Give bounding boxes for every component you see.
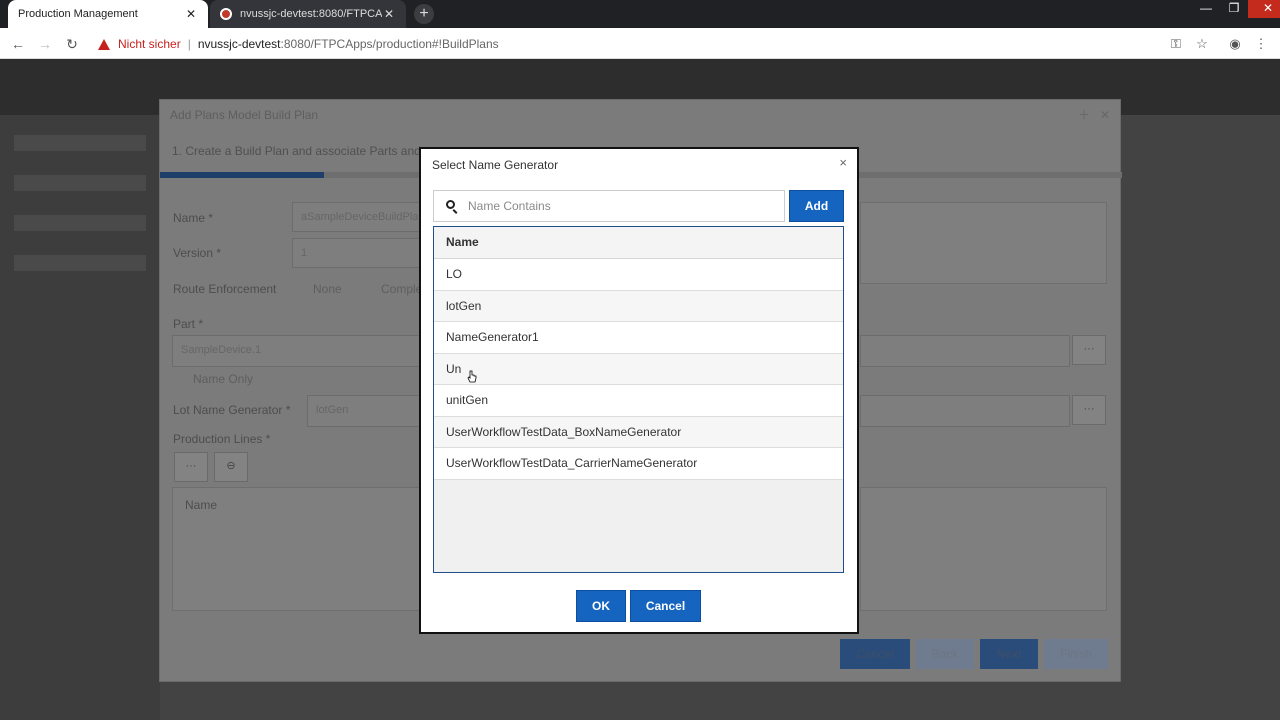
favicon-icon [220,8,232,20]
part-browse-button[interactable]: ··· [1072,335,1106,365]
part-input[interactable]: SampleDevice.1 [172,335,420,367]
wizard-progress-fill [160,172,324,178]
search-input[interactable] [468,192,784,220]
name-only-checkbox[interactable]: Name Only [193,372,253,386]
search-icon [434,191,468,221]
forward-icon[interactable]: → [36,35,54,53]
wizard-window-tools: ＋ ✕ [1077,108,1110,122]
star-icon[interactable]: ☆ [1193,35,1211,53]
table-row[interactable]: Un [434,353,843,385]
wizard-right-panel [860,202,1107,284]
window-controls: — ❐ ✕ [1192,0,1280,18]
url-path: :8080/FTPCApps/production#!BuildPlans [280,37,499,51]
account-icon[interactable]: ◉ [1226,35,1244,53]
window-close-icon[interactable]: ✕ [1248,0,1280,18]
lot-name-generator-label: Lot Name Generator * [173,403,291,417]
key-icon[interactable]: ⚿ [1167,35,1185,53]
tab-close-icon[interactable]: ✕ [184,7,198,21]
version-input[interactable]: 1 [292,238,420,268]
wizard-title: Add Plans Model Build Plan [170,108,319,122]
cancel-button[interactable]: Cancel [630,590,701,622]
version-label: Version * [173,246,222,260]
wizard-back-button[interactable]: Back [916,639,974,669]
wizard-finish-button[interactable]: Finish [1044,639,1108,669]
lot-input-ext [860,395,1070,427]
lot-browse-button[interactable]: ··· [1072,395,1106,425]
wizard-next-button[interactable]: Next [980,639,1038,669]
table-row[interactable]: LO [434,259,843,291]
warning-icon [98,38,110,50]
add-button[interactable]: Add [789,190,844,222]
ok-button[interactable]: OK [576,590,626,622]
back-icon[interactable]: ← [9,35,27,53]
insecure-label[interactable]: Nicht sicher [118,37,181,51]
browser-tab-bar: Production Management ✕ nvussjc-devtest:… [0,0,1280,28]
select-name-generator-dialog: Select Name Generator × Add Name LO lotG… [419,147,859,634]
tab-production-management[interactable]: Production Management ✕ [8,0,208,28]
new-tab-button[interactable]: + [414,4,434,24]
url-field[interactable]: Nicht sicher | nvussjc-devtest :8080/FTP… [98,35,499,53]
tab-ftpcapps[interactable]: nvussjc-devtest:8080/FTPCApps ✕ [210,0,406,28]
route-complete-radio[interactable]: Comple [381,282,422,296]
lines-name-column: Name [185,498,218,512]
wizard-step-title: 1. Create a Build Plan and associate Par… [172,144,421,158]
hand-cursor-icon [467,370,477,383]
table-row[interactable]: NameGenerator1 [434,322,843,354]
url-separator: | [187,37,191,51]
wizard-cancel-button[interactable]: Cancel [840,639,910,669]
name-generator-grid: Name LO lotGen NameGenerator1 Un unitGen… [433,226,844,573]
route-none-radio[interactable]: None [313,282,342,296]
part-label: Part * [173,317,204,331]
app-sidebar [0,115,160,720]
lines-remove-button[interactable]: ⊖ [214,452,248,482]
table-row[interactable]: UserWorkflowTestData_BoxNameGenerator [434,416,843,448]
production-lines-grid: Name [172,487,420,611]
tab-title: Production Management [18,8,138,20]
name-column-header[interactable]: Name [434,227,843,259]
name-input[interactable]: aSampleDeviceBuildPla [292,202,420,232]
table-row[interactable]: UserWorkflowTestData_CarrierNameGenerato… [434,448,843,480]
minimize-icon[interactable]: — [1192,0,1220,18]
table-row[interactable]: unitGen [434,385,843,417]
dialog-title: Select Name Generator [432,158,559,172]
name-label: Name * [173,211,214,225]
production-lines-label: Production Lines * [173,432,271,446]
lines-browse-button[interactable]: ··· [174,452,208,482]
search-box [433,190,785,222]
table-row[interactable]: lotGen [434,290,843,322]
close-icon[interactable]: × [839,155,847,170]
lines-grid-ext [860,487,1107,611]
lot-name-generator-input[interactable]: lotGen [307,395,420,427]
tab-close-icon[interactable]: ✕ [382,7,396,21]
reload-icon[interactable]: ↻ [63,35,81,53]
sidebar-placeholder [14,135,146,151]
menu-icon[interactable]: ⋮ [1252,35,1270,53]
route-enforcement-label: Route Enforcement [173,282,277,296]
url-host: nvussjc-devtest [197,37,281,51]
sidebar-placeholder [14,255,146,271]
part-input-ext [860,335,1070,367]
sidebar-placeholder [14,215,146,231]
sidebar-placeholder [14,175,146,191]
address-bar: ← → ↻ Nicht sicher | nvussjc-devtest :80… [0,28,1280,59]
restore-icon[interactable]: ❐ [1220,0,1248,18]
tab-title: nvussjc-devtest:8080/FTPCApps [240,8,382,20]
